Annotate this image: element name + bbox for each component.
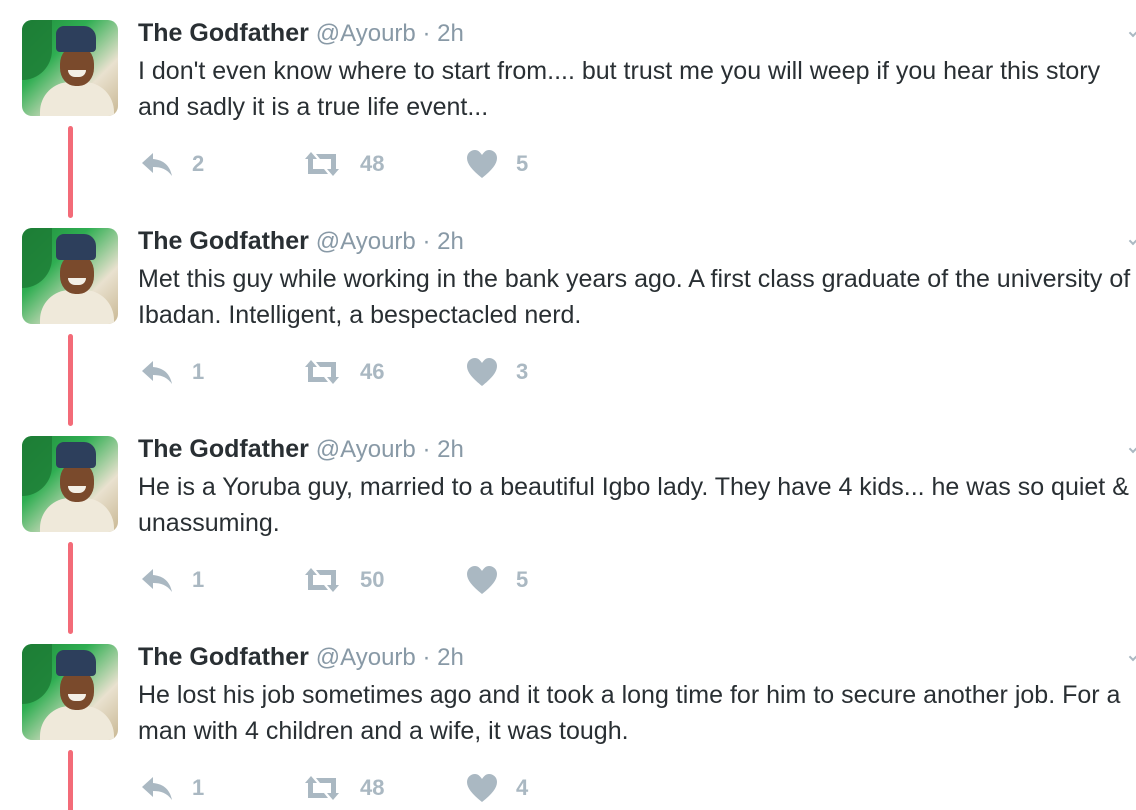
like-button[interactable]: 3 <box>466 354 528 390</box>
reply-icon <box>142 569 172 592</box>
retweet-button[interactable]: 48 <box>302 146 384 182</box>
retweet-count: 50 <box>360 567 385 592</box>
tweet-text: Met this guy while working in the bank y… <box>138 265 1131 329</box>
tweet-text: He lost his job sometimes ago and it too… <box>138 681 1121 745</box>
tweet[interactable]: The Godfather @Ayourb · 2h He is a Yorub… <box>0 416 1136 634</box>
like-button[interactable]: 4 <box>466 770 528 806</box>
chevron-down-icon[interactable] <box>1128 236 1136 246</box>
avatar[interactable] <box>22 644 118 740</box>
like-count: 4 <box>516 775 529 800</box>
display-name[interactable]: The Godfather <box>138 435 309 463</box>
heart-icon <box>467 150 497 178</box>
reply-button[interactable]: 1 <box>140 354 204 390</box>
tweet-header: The Godfather @Ayourb · 2h <box>138 641 464 674</box>
handle-and-time[interactable]: @Ayourb · 2h <box>316 436 464 463</box>
reply-button[interactable]: 1 <box>140 770 204 806</box>
reply-count: 2 <box>192 151 205 176</box>
tweet-text: He is a Yoruba guy, married to a beautif… <box>138 473 1129 537</box>
reply-button[interactable]: 1 <box>140 562 204 598</box>
avatar[interactable] <box>22 228 118 324</box>
tweet-thread: The Godfather @Ayourb · 2h I don't even … <box>0 0 1136 810</box>
like-count: 5 <box>516 151 529 176</box>
chevron-down-icon[interactable] <box>1128 28 1136 38</box>
reply-count: 1 <box>192 359 205 384</box>
retweet-icon <box>305 776 339 800</box>
retweet-icon <box>305 568 339 592</box>
tweet[interactable]: The Godfather @Ayourb · 2h I don't even … <box>0 0 1136 218</box>
tweet-actions: 1 50 5 <box>140 562 740 598</box>
thread-connector-line <box>68 126 73 218</box>
display-name[interactable]: The Godfather <box>138 19 309 47</box>
tweet[interactable]: The Godfather @Ayourb · 2h Met this guy … <box>0 208 1136 426</box>
retweet-count: 48 <box>360 151 385 176</box>
tweet-header: The Godfather @Ayourb · 2h <box>138 433 464 466</box>
retweet-button[interactable]: 48 <box>302 770 384 806</box>
chevron-down-icon[interactable] <box>1128 444 1136 454</box>
reply-count: 1 <box>192 775 205 800</box>
retweet-button[interactable]: 50 <box>302 562 384 598</box>
reply-count: 1 <box>192 567 205 592</box>
reply-icon <box>142 777 172 800</box>
retweet-button[interactable]: 46 <box>302 354 384 390</box>
handle-and-time[interactable]: @Ayourb · 2h <box>316 20 464 47</box>
tweet-header: The Godfather @Ayourb · 2h <box>138 17 464 50</box>
like-button[interactable]: 5 <box>466 562 528 598</box>
tweet-actions: 2 48 5 <box>140 146 740 182</box>
tweet-actions: 1 48 4 <box>140 770 740 806</box>
reply-icon <box>142 361 172 384</box>
like-count: 5 <box>516 567 529 592</box>
display-name[interactable]: The Godfather <box>138 227 309 255</box>
display-name[interactable]: The Godfather <box>138 643 309 671</box>
thread-connector-line <box>68 750 73 810</box>
like-count: 3 <box>516 359 529 384</box>
heart-icon <box>467 774 497 802</box>
retweet-icon <box>305 152 339 176</box>
tweet-actions: 1 46 3 <box>140 354 740 390</box>
thread-connector-line <box>68 542 73 634</box>
heart-icon <box>467 566 497 594</box>
handle-and-time[interactable]: @Ayourb · 2h <box>316 228 464 255</box>
retweet-count: 46 <box>360 359 385 384</box>
retweet-count: 48 <box>360 775 385 800</box>
reply-button[interactable]: 2 <box>140 146 204 182</box>
tweet-header: The Godfather @Ayourb · 2h <box>138 225 464 258</box>
heart-icon <box>467 358 497 386</box>
tweet-text: I don't even know where to start from...… <box>138 57 1101 121</box>
avatar[interactable] <box>22 20 118 116</box>
retweet-icon <box>305 360 339 384</box>
avatar[interactable] <box>22 436 118 532</box>
like-button[interactable]: 5 <box>466 146 528 182</box>
reply-icon <box>142 153 172 176</box>
handle-and-time[interactable]: @Ayourb · 2h <box>316 644 464 671</box>
tweet[interactable]: The Godfather @Ayourb · 2h He lost his j… <box>0 624 1136 810</box>
thread-connector-line <box>68 334 73 426</box>
chevron-down-icon[interactable] <box>1128 652 1136 662</box>
